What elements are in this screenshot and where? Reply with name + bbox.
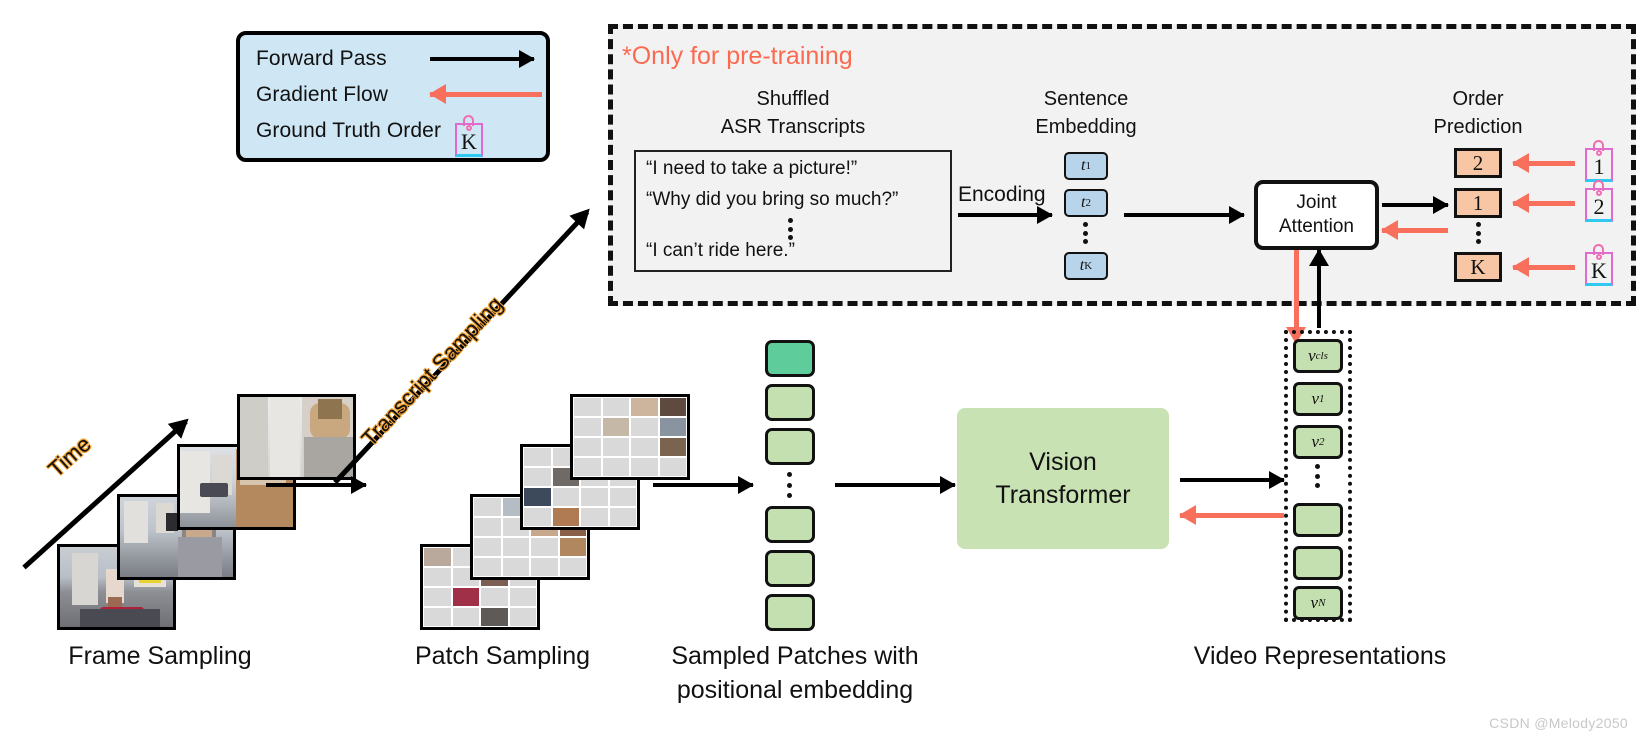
video-token-n: vN	[1293, 586, 1343, 620]
gt-arrow-icon-3	[1512, 257, 1575, 277]
legend-item-forward-pass: Forward Pass	[256, 44, 387, 74]
video-token-2-base: v	[1311, 432, 1320, 451]
gt-arrow-icon-2	[1512, 193, 1575, 213]
legend-forward-arrow-icon	[430, 50, 535, 68]
transcript-line-2: “Why did you bring so much?”	[646, 189, 899, 210]
order-to-joint-gradient-arrow-icon	[1381, 220, 1448, 240]
order-prediction-ellipsis-icon	[1476, 222, 1482, 244]
sampled-patch-ellipsis-icon	[787, 472, 793, 498]
vision-transformer-line2: Transformer	[995, 480, 1131, 509]
transcript-box: “I need to take a picture!” “Why did you…	[634, 150, 952, 272]
pretraining-note: *Only for pre-training	[622, 42, 853, 70]
token-ellipsis-icon	[1083, 222, 1089, 244]
joint-attention-line2: Attention	[1279, 216, 1354, 237]
joint-attention-box: Joint Attention	[1254, 180, 1379, 250]
order-prediction-heading-line2: Prediction	[1433, 116, 1523, 138]
pretrain-gradient-down-line	[1286, 290, 1306, 344]
sampled-patch-1	[765, 384, 815, 421]
token-label-tK-sub: K	[1084, 260, 1093, 272]
watermark: CSDN @Melody2050	[1489, 715, 1628, 731]
video-token-blank-1	[1293, 503, 1343, 537]
ground-truth-tag-2: 2	[1584, 180, 1614, 224]
token-box-t2: t2	[1064, 189, 1108, 217]
transcript-line-3: “I can’t ride here.”	[646, 240, 795, 261]
encoding-label: Encoding	[958, 183, 1046, 206]
legend-item-gradient-flow: Gradient Flow	[256, 80, 388, 110]
time-label: Time	[43, 431, 96, 482]
caption-sampled-patches-line2: positional embedding	[676, 676, 914, 704]
ground-truth-tag-1: 1	[1584, 140, 1614, 184]
order-prediction-box-K: K	[1454, 252, 1502, 282]
joint-attention-line1: Joint	[1296, 192, 1337, 213]
transcript-ellipsis-icon	[788, 218, 794, 240]
token-box-t1: t1	[1064, 152, 1108, 180]
legend-item-ground-truth-order: Ground Truth Order	[256, 116, 441, 146]
order-prediction-box-2: 1	[1454, 188, 1502, 218]
caption-frame-sampling: Frame Sampling	[68, 642, 252, 670]
video-frame-4	[237, 394, 356, 480]
legend-tag-icon: K	[454, 115, 484, 159]
vit-to-vrep-arrow-icon	[1180, 471, 1285, 489]
token-box-tK: tK	[1064, 252, 1108, 280]
token-label-t2-sub: 2	[1085, 197, 1091, 209]
caption-patch-sampling: Patch Sampling	[414, 642, 591, 670]
order-prediction-box-1: 2	[1454, 148, 1502, 178]
video-token-cls-sub: cls	[1315, 350, 1328, 362]
sentence-embedding-heading-line1: Sentence	[1043, 88, 1129, 110]
order-prediction-heading-line1: Order	[1452, 88, 1504, 110]
video-token-cls: v cls	[1293, 339, 1343, 373]
legend-label-ground-truth-order: Ground Truth Order	[256, 119, 442, 142]
ground-truth-tag-1-text: 1	[1593, 154, 1605, 179]
tokens-to-joint-arrow-icon	[1124, 206, 1245, 224]
transcript-line-1: “I need to take a picture!”	[646, 158, 858, 179]
shuffled-asr-heading-line2: ASR Transcripts	[720, 116, 866, 138]
sampled-patch-2	[765, 428, 815, 465]
ground-truth-tag-2-text: 2	[1593, 194, 1605, 219]
legend-tag-text: K	[461, 129, 477, 154]
legend-box: Forward Pass Gradient Flow Ground Truth …	[236, 31, 550, 162]
sampled-patch-4	[765, 550, 815, 587]
sentence-embedding-heading-line2: Embedding	[1035, 116, 1137, 138]
video-token-blank-2	[1293, 546, 1343, 580]
sampled-patch-3	[765, 506, 815, 543]
video-token-2: v2	[1293, 425, 1343, 459]
patches-to-column-arrow-icon	[653, 476, 754, 494]
video-token-n-sub: N	[1318, 597, 1326, 609]
joint-to-order-arrow-icon	[1382, 196, 1449, 214]
column-to-vit-arrow-icon	[835, 476, 956, 494]
token-label-t1-sub: 1	[1085, 160, 1091, 172]
ground-truth-tag-3-text: K	[1591, 258, 1607, 283]
video-token-2-sub: 2	[1319, 436, 1325, 448]
legend-gradient-arrow-icon	[429, 84, 542, 104]
legend-label-gradient-flow: Gradient Flow	[256, 83, 389, 106]
sampled-patch-cls	[765, 340, 815, 377]
transcript-sampling-label: Transcript Sampling	[356, 291, 508, 452]
vrep-to-vit-gradient-arrow-icon	[1179, 505, 1284, 525]
sampled-patch-n	[765, 594, 815, 631]
gt-arrow-icon-1	[1512, 153, 1575, 173]
legend-label-forward-pass: Forward Pass	[256, 47, 387, 70]
video-token-cls-base: v	[1308, 346, 1316, 365]
caption-video-representations: Video Representations	[1193, 642, 1447, 670]
video-token-1-base: v	[1311, 389, 1320, 408]
encoding-arrow-icon	[958, 206, 1053, 224]
video-token-1: v1	[1293, 382, 1343, 416]
video-token-ellipsis-icon	[1315, 464, 1321, 488]
shuffled-asr-heading-line1: Shuffled	[756, 88, 830, 110]
video-token-1-sub: 1	[1319, 393, 1325, 405]
pretrain-forward-up-line	[1317, 290, 1321, 328]
video-token-n-base: v	[1310, 593, 1319, 612]
vision-transformer-box: Vision Transformer	[957, 408, 1169, 549]
ground-truth-tag-3: K	[1584, 244, 1614, 288]
caption-sampled-patches-line1: Sampled Patches with	[671, 642, 919, 670]
frames-to-patches-arrow-icon	[266, 476, 367, 494]
vision-transformer-line1: Vision	[1029, 447, 1097, 476]
patch-grid-4	[570, 394, 690, 480]
